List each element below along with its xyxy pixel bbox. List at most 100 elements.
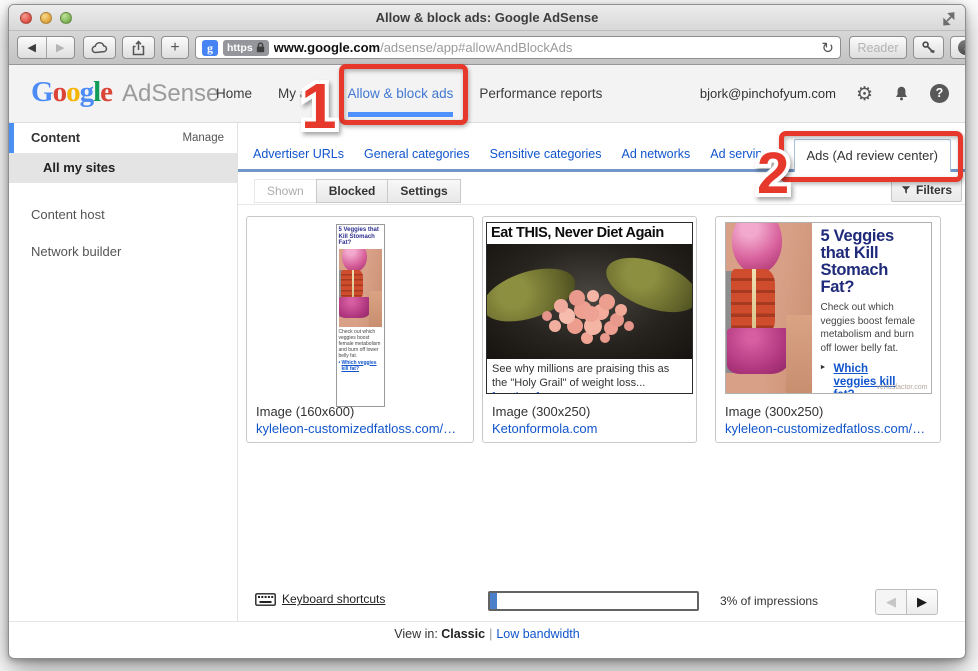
decor — [752, 269, 756, 332]
reader-button[interactable]: Reader — [849, 36, 907, 59]
nav-home[interactable]: Home — [216, 65, 252, 122]
low-bandwidth-link[interactable]: Low bandwidth — [496, 627, 579, 641]
https-badge: https — [223, 40, 269, 56]
ad-torso-graphic — [726, 223, 812, 393]
sidebar: Content Manage All my sites Content host… — [9, 123, 238, 621]
annotation-number-1: 1 — [293, 62, 353, 148]
downloads-button[interactable]: ↓ — [950, 36, 966, 59]
account-email: bjork@pinchofyum.com — [700, 86, 836, 101]
ad-caption: Image (300x250) kyleleon-customizedfatlo… — [725, 403, 934, 437]
ad-card[interactable]: Eat THIS, Never Diet Again See why milli… — [482, 216, 697, 443]
download-icon: ↓ — [958, 40, 966, 55]
sidebar-item-network-builder[interactable]: Network builder — [31, 244, 121, 259]
active-section-accent — [9, 123, 14, 153]
address-bar[interactable]: g https www.google.com/adsense/app#allow… — [195, 36, 841, 59]
annotation-number-2: 2 — [751, 133, 811, 213]
history-nav-group: ◀ ▶ — [17, 36, 75, 59]
tab-sensitive-categories[interactable]: Sensitive categories — [490, 147, 602, 161]
ad-thumbnail-wrap: 5 Veggies that Kill Stomach Fat? Check o… — [247, 217, 473, 407]
share-button[interactable] — [122, 36, 155, 59]
manage-link[interactable]: Manage — [182, 132, 224, 144]
share-icon — [131, 40, 146, 56]
gear-icon[interactable]: ⚙ — [856, 83, 873, 105]
sidebar-item-content-host[interactable]: Content host — [31, 207, 105, 222]
title-bar[interactable]: Allow & block ads: Google AdSense — [9, 5, 965, 31]
tab-general-categories[interactable]: General categories — [364, 147, 470, 161]
reload-button[interactable]: ↻ — [821, 39, 834, 57]
ad-cta-link: •Which veggies kill fat? — [337, 359, 384, 372]
account-area: bjork@pinchofyum.com ⚙ ? — [700, 65, 949, 122]
help-icon[interactable]: ? — [930, 84, 949, 103]
tab-ad-networks[interactable]: Ad networks — [622, 147, 691, 161]
view-classic: Classic — [441, 627, 485, 641]
separator: | — [489, 627, 492, 641]
traffic-lights — [20, 12, 72, 24]
ad-headline: 5 Veggies that Kill Stomach Fat? — [337, 225, 384, 248]
ad-url-link[interactable]: kyleleon-customizedfatloss.com/… — [256, 420, 467, 437]
url-host: www.google.com — [274, 40, 380, 55]
filter-funnel-icon — [901, 185, 911, 195]
zoom-window-button[interactable] — [60, 12, 72, 24]
product-name: AdSense — [122, 80, 219, 108]
decor — [599, 247, 692, 323]
ad-headline: 5 Veggies that Kill Stomach Fat? — [821, 228, 924, 296]
ad-card[interactable]: 5 Veggies that Kill Stomach Fat? Check o… — [246, 216, 474, 443]
ad-thumbnail-wrap: 5 Veggies that Kill Stomach Fat? Check o… — [716, 217, 940, 394]
forward-button[interactable]: ▶ — [47, 41, 75, 54]
svg-text:1: 1 — [301, 70, 337, 142]
ad-text-column: 5 Veggies that Kill Stomach Fat? Check o… — [812, 223, 931, 393]
sidebar-section-content: Content Manage — [9, 123, 237, 153]
fullscreen-icon[interactable] — [940, 10, 958, 28]
decor — [352, 270, 354, 299]
new-tab-button[interactable]: + — [161, 36, 189, 59]
ad-cta-link: [continue] — [492, 391, 540, 394]
ad-torso-graphic — [339, 249, 382, 327]
decor — [786, 315, 812, 393]
ad-thumbnail-wrap: Eat THIS, Never Diet Again See why milli… — [483, 217, 696, 394]
ad-preview-300x250: 5 Veggies that Kill Stomach Fat? Check o… — [725, 222, 932, 394]
impressions-label: 3% of impressions — [720, 594, 818, 608]
nav-performance-reports[interactable]: Performance reports — [479, 65, 602, 122]
cloud-icon — [91, 41, 109, 54]
ad-url-link[interactable]: kyleleon-customizedfatloss.com/… — [725, 420, 934, 437]
prev-page-button[interactable]: ◀ — [875, 589, 907, 615]
arrow-bullet-icon: ► — [820, 364, 827, 371]
ad-photo-graphic — [487, 244, 692, 359]
next-page-button[interactable]: ▶ — [906, 589, 938, 615]
ad-size-label: Image (300x250) — [725, 403, 934, 420]
minimize-window-button[interactable] — [40, 12, 52, 24]
shown-blocked-settings-toggle: Shown Blocked Settings — [254, 179, 461, 203]
icloud-tabs-button[interactable] — [83, 36, 116, 59]
svg-text:2: 2 — [757, 141, 789, 206]
keyboard-shortcuts: Keyboard shortcuts — [255, 592, 385, 606]
sidebar-item-all-my-sites[interactable]: All my sites — [9, 153, 237, 183]
key-icon — [921, 40, 936, 55]
keyboard-shortcuts-link[interactable]: Keyboard shortcuts — [282, 592, 385, 606]
browser-window: Allow & block ads: Google AdSense ◀ ▶ — [8, 4, 966, 659]
ad-card[interactable]: 5 Veggies that Kill Stomach Fat? Check o… — [715, 216, 941, 443]
subtab-blocked[interactable]: Blocked — [316, 179, 389, 203]
ad-body-text: Check out which veggies boost female met… — [337, 327, 384, 359]
annotation-box-1 — [339, 64, 468, 125]
lock-icon — [256, 42, 265, 53]
decor — [369, 291, 382, 327]
google-logo: Google — [31, 76, 112, 109]
ad-caption: Image (160x600) kyleleon-customizedfatlo… — [256, 403, 467, 437]
progress-fill — [490, 593, 497, 609]
ad-caption: Image (300x250) Ketonformola.com — [492, 403, 690, 437]
ad-preview-300x250: Eat THIS, Never Diet Again See why milli… — [486, 222, 693, 394]
back-button[interactable]: ◀ — [18, 41, 46, 54]
subtab-settings[interactable]: Settings — [387, 179, 460, 203]
ad-url-link[interactable]: Ketonformola.com — [492, 420, 690, 437]
tab-advertiser-urls[interactable]: Advertiser URLs — [253, 147, 344, 161]
subtab-shown[interactable]: Shown — [254, 179, 317, 203]
bell-icon[interactable] — [893, 85, 910, 103]
password-extension-button[interactable] — [913, 36, 944, 59]
divider — [238, 204, 966, 205]
content-area: Content Manage All my sites Content host… — [9, 123, 965, 621]
ad-body-text: See why millions are praising this as th… — [487, 359, 692, 393]
pagination: ◀ ▶ — [875, 589, 938, 615]
ad-headline: Eat THIS, Never Diet Again — [487, 223, 692, 244]
close-window-button[interactable] — [20, 12, 32, 24]
view-in-prefix: View in: — [394, 627, 441, 641]
